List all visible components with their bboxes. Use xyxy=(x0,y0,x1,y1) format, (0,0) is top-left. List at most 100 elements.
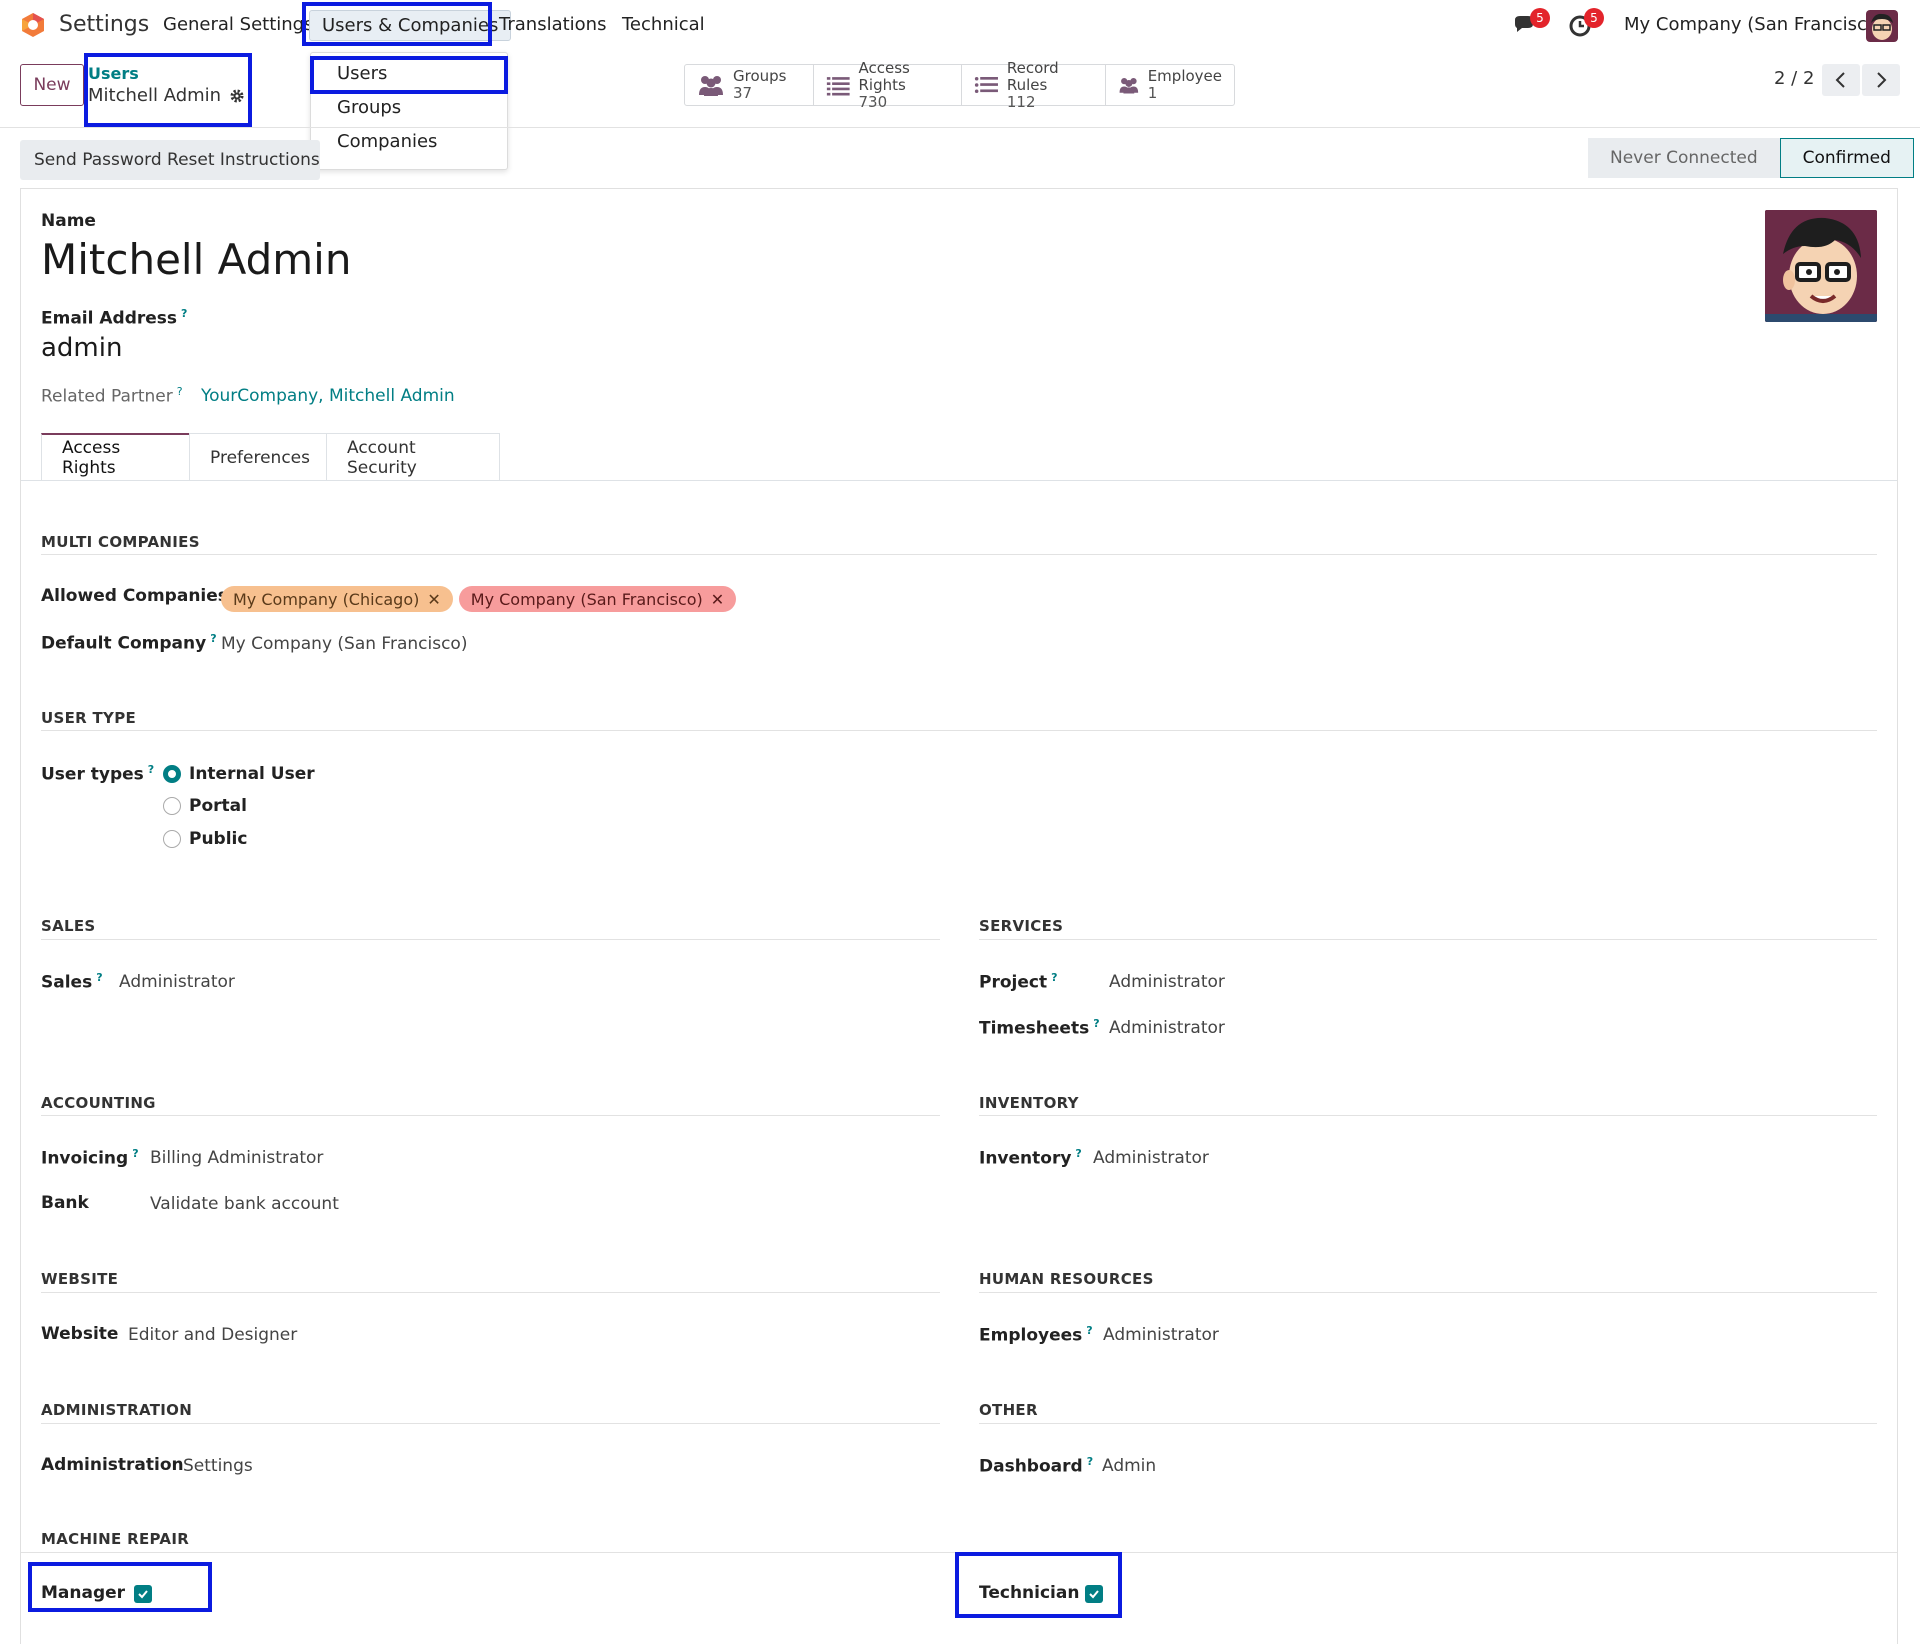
timesheets-label: Timesheets? xyxy=(979,1017,1100,1039)
inventory-field[interactable]: Administrator xyxy=(1093,1148,1209,1168)
employees-label: Employees? xyxy=(979,1324,1093,1346)
menu-general-settings[interactable]: General Settings xyxy=(163,14,314,35)
company-switcher[interactable]: My Company (San Francisco) xyxy=(1624,14,1885,35)
employee-stat-button[interactable]: Employee 1 xyxy=(1106,65,1234,105)
administration-field[interactable]: Settings xyxy=(183,1456,253,1476)
radio-button[interactable] xyxy=(163,830,181,848)
bank-field[interactable]: Validate bank account xyxy=(150,1194,339,1214)
section-divider xyxy=(979,1292,1877,1293)
related-partner-label: Related Partner? xyxy=(41,385,183,407)
employees-field[interactable]: Administrator xyxy=(1103,1325,1219,1345)
help-icon[interactable]: ? xyxy=(1086,1324,1092,1337)
dropdown-item-companies[interactable]: Companies xyxy=(337,131,437,152)
radio-internal-user[interactable]: Internal User xyxy=(163,764,315,784)
allowed-companies-tags[interactable]: My Company (Chicago) ✕ My Company (San Fr… xyxy=(221,586,737,612)
menu-users-companies[interactable]: Users & Companies xyxy=(309,10,512,41)
users-icon xyxy=(1119,78,1139,94)
help-icon[interactable]: ? xyxy=(96,971,102,984)
messages-badge: 5 xyxy=(1530,8,1550,28)
tab-access-rights[interactable]: Access Rights xyxy=(41,433,190,481)
help-icon[interactable]: ? xyxy=(210,632,216,645)
user-photo[interactable] xyxy=(1765,210,1877,322)
remove-tag-icon[interactable]: ✕ xyxy=(711,590,724,609)
dropdown-item-groups[interactable]: Groups xyxy=(337,97,401,118)
section-title-multi-companies: MULTI COMPANIES xyxy=(41,533,200,551)
stat-value: 112 xyxy=(1006,92,1036,111)
stat-value: 37 xyxy=(733,84,753,102)
sales-field[interactable]: Administrator xyxy=(119,972,235,992)
radio-button[interactable] xyxy=(163,797,181,815)
dropdown-item-users[interactable]: Users xyxy=(337,63,387,84)
menu-translations[interactable]: Translations xyxy=(499,14,606,35)
project-label-text: Project xyxy=(979,972,1048,993)
radio-portal[interactable]: Portal xyxy=(163,796,247,816)
inventory-label: Inventory? xyxy=(979,1147,1082,1169)
help-icon[interactable]: ? xyxy=(1051,971,1057,984)
default-company-label-text: Default Company xyxy=(41,633,207,654)
menu-technical[interactable]: Technical xyxy=(622,14,705,35)
technician-checkbox[interactable] xyxy=(1085,1585,1103,1603)
form-tabs: Access Rights Preferences Account Securi… xyxy=(41,433,500,481)
help-icon[interactable]: ? xyxy=(148,763,154,776)
default-company-field[interactable]: My Company (San Francisco) xyxy=(221,634,467,654)
app-name[interactable]: Settings xyxy=(59,12,149,37)
timesheets-label-text: Timesheets xyxy=(979,1018,1090,1039)
breadcrumb-users-link[interactable]: Users xyxy=(88,64,245,83)
section-title-human-resources: HUMAN RESOURCES xyxy=(979,1270,1154,1288)
email-field[interactable]: admin xyxy=(41,333,122,363)
breadcrumb: Users Mitchell Admin xyxy=(88,64,245,106)
radio-button[interactable] xyxy=(163,765,181,783)
status-bar: Never Connected Confirmed xyxy=(1588,138,1914,178)
pager-next-button[interactable] xyxy=(1862,64,1900,96)
stat-label: Employee xyxy=(1147,67,1222,85)
help-icon[interactable]: ? xyxy=(181,307,187,320)
radio-public[interactable]: Public xyxy=(163,829,247,849)
help-icon[interactable]: ? xyxy=(1075,1147,1081,1160)
radio-label: Portal xyxy=(189,796,247,816)
help-icon[interactable]: ? xyxy=(177,385,183,398)
status-confirmed[interactable]: Confirmed xyxy=(1779,138,1914,178)
tab-account-security[interactable]: Account Security xyxy=(326,433,500,481)
section-divider xyxy=(41,939,940,940)
section-divider xyxy=(41,554,1877,555)
section-title-user-type: USER TYPE xyxy=(41,709,137,727)
gear-icon[interactable] xyxy=(229,88,245,104)
section-title-administration: ADMINISTRATION xyxy=(41,1401,193,1419)
related-partner-link[interactable]: YourCompany, Mitchell Admin xyxy=(201,386,455,406)
website-label: Website xyxy=(41,1324,119,1344)
remove-tag-icon[interactable]: ✕ xyxy=(427,590,440,609)
manager-checkbox[interactable] xyxy=(134,1585,152,1603)
status-never-connected[interactable]: Never Connected xyxy=(1588,138,1780,178)
tab-preferences[interactable]: Preferences xyxy=(189,433,327,481)
check-icon xyxy=(138,1590,148,1599)
send-password-reset-button[interactable]: Send Password Reset Instructions xyxy=(20,140,320,180)
record-rules-stat-button[interactable]: Record Rules 112 xyxy=(962,59,1106,110)
invoicing-field[interactable]: Billing Administrator xyxy=(150,1148,323,1168)
app-logo-icon[interactable] xyxy=(20,12,46,38)
stat-value: 730 xyxy=(858,92,888,111)
activities-badge: 5 xyxy=(1584,8,1604,28)
help-icon[interactable]: ? xyxy=(1093,1017,1099,1030)
website-field[interactable]: Editor and Designer xyxy=(128,1325,297,1345)
help-icon[interactable]: ? xyxy=(1087,1455,1093,1468)
company-tag-label: My Company (Chicago) xyxy=(233,589,420,609)
timesheets-field[interactable]: Administrator xyxy=(1109,1018,1225,1038)
check-icon xyxy=(1089,1590,1099,1599)
manager-label: Manager xyxy=(41,1583,126,1603)
project-field[interactable]: Administrator xyxy=(1109,972,1225,992)
user-avatar[interactable] xyxy=(1866,10,1898,42)
name-field[interactable]: Mitchell Admin xyxy=(41,235,351,284)
section-divider xyxy=(979,1423,1877,1424)
access-rights-stat-button[interactable]: Access Rights 730 xyxy=(814,59,962,110)
sales-label: Sales? xyxy=(41,971,103,993)
help-icon[interactable]: ? xyxy=(132,1147,138,1160)
pager-previous-button[interactable] xyxy=(1822,64,1860,96)
users-icon xyxy=(699,76,723,96)
pager-value[interactable]: 2 / 2 xyxy=(1774,68,1814,89)
stat-label: Record Rules xyxy=(1006,58,1059,94)
new-button[interactable]: New xyxy=(20,64,84,106)
dashboard-field[interactable]: Admin xyxy=(1102,1456,1156,1476)
stat-label: Groups xyxy=(733,67,787,85)
dashboard-label-text: Dashboard xyxy=(979,1456,1083,1477)
groups-stat-button[interactable]: Groups 37 xyxy=(685,65,814,105)
